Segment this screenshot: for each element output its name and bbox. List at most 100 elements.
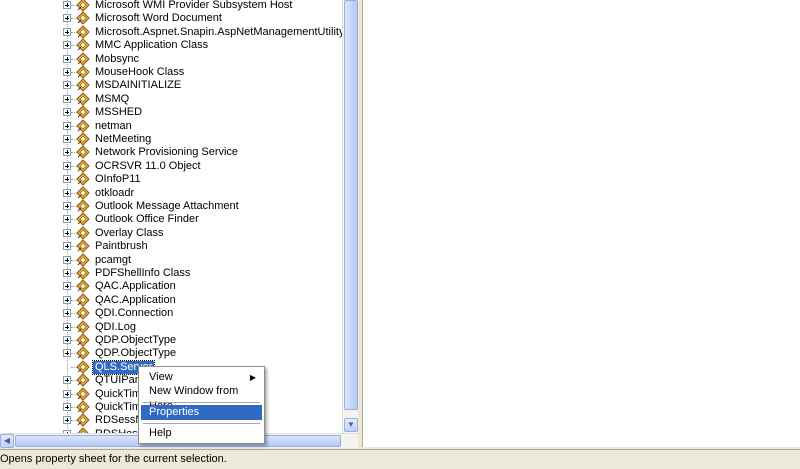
tree-item-label: QAC.Application <box>95 280 176 293</box>
plus-expander-icon[interactable] <box>63 14 71 23</box>
menu-item-help-label: Help <box>149 427 172 439</box>
menu-separator <box>143 402 260 403</box>
component-services-icon <box>76 319 90 334</box>
plus-expander-icon[interactable] <box>63 416 71 425</box>
tree-item-label: NetMeeting <box>95 133 152 145</box>
plus-expander-icon[interactable] <box>63 202 71 210</box>
menu-item-properties[interactable]: Properties <box>141 405 262 420</box>
component-services-icon <box>76 333 90 347</box>
tree-item-label: MouseHook Class <box>95 66 185 78</box>
component-services-icon <box>76 346 90 361</box>
component-services-icon <box>76 212 90 227</box>
tree-item-label: Microsoft Word Document <box>95 12 222 25</box>
component-services-icon <box>76 118 90 133</box>
component-services-icon <box>76 132 90 146</box>
plus-expander-icon[interactable] <box>63 188 71 197</box>
component-services-icon <box>76 306 90 320</box>
component-services-icon <box>76 279 90 294</box>
component-services-icon <box>76 105 90 119</box>
plus-expander-icon[interactable] <box>63 322 71 331</box>
tree-item-label: QDP.ObjectType <box>95 334 177 346</box>
component-services-icon <box>76 373 90 387</box>
tree-item-label: Paintbrush <box>95 240 148 253</box>
vertical-scrollbar[interactable]: ▼ <box>342 0 359 433</box>
component-services-icon <box>76 51 90 66</box>
tree-item-label: MSDAINITIALIZE <box>95 79 182 92</box>
plus-expander-icon[interactable] <box>63 349 71 358</box>
plus-expander-icon[interactable] <box>63 389 71 398</box>
plus-expander-icon[interactable] <box>63 135 71 143</box>
plus-expander-icon[interactable] <box>63 175 71 184</box>
tree-item-label: QDI.Log <box>95 320 136 333</box>
component-services-icon <box>76 199 90 213</box>
tree-item-label: netman <box>95 119 132 132</box>
component-services-icon <box>76 25 90 39</box>
tree-item-label: MSSHED <box>95 106 143 119</box>
component-services-icon <box>76 92 90 106</box>
tree-item-label: PDFShellInfo Class <box>95 267 191 279</box>
component-services-icon <box>76 78 90 93</box>
component-services-icon <box>76 11 90 26</box>
tree-item-label: MSMQ <box>95 92 130 105</box>
plus-expander-icon[interactable] <box>63 376 71 385</box>
component-services-icon <box>76 226 90 240</box>
plus-expander-icon[interactable] <box>63 81 71 90</box>
component-services-icon <box>76 400 90 414</box>
tree-item-label: QDP.ObjectType <box>95 347 177 360</box>
component-services-icon <box>76 266 90 280</box>
tree-item-label: Outlook Office Finder <box>95 213 199 226</box>
plus-expander-icon[interactable] <box>63 282 71 291</box>
tree-item-label: Network Provisioning Service <box>95 146 239 159</box>
plus-expander-icon[interactable] <box>63 54 71 63</box>
plus-expander-icon[interactable] <box>63 94 71 103</box>
plus-expander-icon[interactable] <box>63 68 71 76</box>
plus-expander-icon[interactable] <box>63 121 71 130</box>
vertical-scrollbar-thumb[interactable] <box>344 0 358 410</box>
plus-expander-icon[interactable] <box>63 228 71 237</box>
plus-expander-icon[interactable] <box>63 41 71 50</box>
plus-expander-icon[interactable] <box>63 215 71 224</box>
menu-item-properties-label: Properties <box>149 406 200 418</box>
plus-expander-icon[interactable] <box>63 27 71 36</box>
component-services-icon <box>76 145 90 160</box>
tree-item-label: Mobsync <box>95 52 140 65</box>
tree-item-label: Overlay Class <box>95 226 164 239</box>
component-services-icon <box>76 0 90 12</box>
component-services-icon <box>76 185 90 200</box>
component-services-icon <box>76 172 90 186</box>
menu-item-view-label: View <box>149 371 173 383</box>
plus-expander-icon[interactable] <box>63 309 71 318</box>
component-services-icon <box>76 65 90 79</box>
tree-item-label: pcamgt <box>95 253 132 266</box>
context-menu: View ▶ New Window from Here Properties H… <box>138 366 265 444</box>
submenu-arrow-icon: ▶ <box>249 373 256 382</box>
menu-item-new-window[interactable]: New Window from Here <box>141 384 262 412</box>
tree-item-label: QDI.Connection <box>95 307 174 320</box>
menu-separator <box>143 423 260 424</box>
plus-expander-icon[interactable] <box>63 161 71 170</box>
component-services-icon <box>76 386 90 401</box>
plus-expander-icon[interactable] <box>63 108 71 117</box>
plus-expander-icon[interactable] <box>63 1 71 9</box>
status-bar: Opens property sheet for the current sel… <box>0 449 800 469</box>
scroll-down-arrow-icon[interactable]: ▼ <box>344 418 358 432</box>
scroll-left-arrow-icon[interactable]: ◀ <box>0 434 14 448</box>
plus-expander-icon[interactable] <box>63 403 71 411</box>
plus-expander-icon[interactable] <box>63 336 71 344</box>
plus-expander-icon[interactable] <box>63 148 71 157</box>
tree-item-label: otkloadr <box>95 186 135 199</box>
result-pane[interactable] <box>363 0 800 447</box>
plus-expander-icon[interactable] <box>63 295 71 304</box>
tree-item-label: OInfoP11 <box>95 173 141 186</box>
plus-expander-icon[interactable] <box>63 269 71 277</box>
menu-item-help[interactable]: Help <box>141 426 262 441</box>
plus-expander-icon[interactable] <box>63 242 71 251</box>
tree-item-label: QAC.Application <box>95 293 176 306</box>
menu-item-view[interactable]: View ▶ <box>141 370 262 385</box>
component-services-icon <box>76 38 90 52</box>
component-services-icon <box>76 413 90 428</box>
component-services-icon <box>76 360 90 374</box>
tree-item-label: Microsoft WMI Provider Subsystem Host <box>95 0 293 11</box>
tree-item-label: OCRSVR 11.0 Object <box>95 159 201 172</box>
plus-expander-icon[interactable] <box>63 255 71 264</box>
